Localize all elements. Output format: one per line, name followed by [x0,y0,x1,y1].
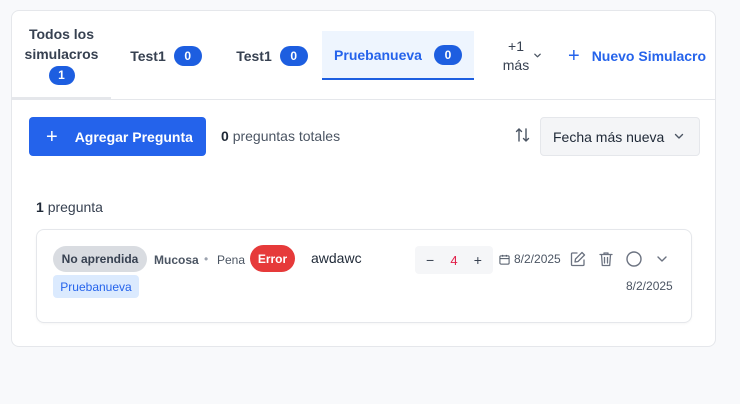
tab-label: Test1 [236,47,272,64]
new-simulacro-button[interactable]: + Nuevo Simulacro [568,44,706,68]
trash-icon[interactable] [597,250,615,268]
total-questions: 0 preguntas totales [221,128,340,144]
tab-label: Todos los simulacros [24,25,99,62]
question-count-text: pregunta [47,199,103,215]
error-count-stepper: − 4 + [415,246,493,274]
add-question-button[interactable]: + Agregar Pregunta [29,117,206,156]
tab-count-badge: 0 [279,45,308,66]
plus-icon: + [46,125,58,148]
total-count: 0 [221,128,229,144]
chevron-down-icon[interactable] [653,250,671,268]
decrement-button[interactable]: − [426,252,434,268]
questions-panel: Todos los simulacros 1 Test1 0 Test1 0 P… [11,10,716,347]
increment-button[interactable]: + [474,252,482,268]
tab-count-badge: 0 [433,44,462,65]
sort-icon[interactable] [515,126,531,144]
tab-test1[interactable]: Test1 0 [116,11,216,100]
edit-icon[interactable] [569,250,587,268]
chevron-down-icon [674,133,684,139]
question-text: awdawc [311,250,362,266]
sort-select[interactable]: Fecha más nueva [540,117,700,156]
tab-count-badge: 1 [48,65,75,85]
plus-icon: + [568,45,580,67]
add-question-label: Agregar Pregunta [74,128,193,145]
question-card[interactable]: No aprendida Mucosa • Pena Error awdawc … [36,229,692,323]
tab-test1-second[interactable]: Test1 0 [220,11,324,100]
question-date-secondary: 8/2/2025 [626,279,673,293]
tab-label: Pruebanueva [334,46,422,63]
sort-select-value: Fecha más nueva [553,128,665,145]
tab-pruebanueva[interactable]: Pruebanueva 0 [322,31,474,80]
tab-todos-los-simulacros[interactable]: Todos los simulacros 1 [12,11,111,100]
question-count-number: 1 [36,199,44,215]
result-badge: Error [250,245,295,272]
question-date: 8/2/2025 [499,252,561,266]
simulacro-tabs: Todos los simulacros 1 Test1 0 Test1 0 P… [12,11,715,100]
total-text: preguntas totales [232,128,341,144]
question-count: 1 pregunta [36,199,103,215]
stepper-value: 4 [450,252,458,268]
category-label: Mucosa [154,253,199,267]
tab-label: Test1 [130,47,166,64]
calendar-icon [499,254,510,265]
new-simulacro-label: Nuevo Simulacro [591,48,707,64]
status-badge[interactable]: No aprendida [53,246,147,272]
tab-more-label: +1 más [502,37,530,73]
tab-count-badge: 0 [173,45,202,66]
tab-more-dropdown[interactable]: +1 más [490,11,542,100]
separator-dot: • [204,252,209,266]
chevron-down-icon [534,53,541,58]
question-date-text: 8/2/2025 [514,252,561,266]
simulacro-tag: Pruebanueva [53,275,139,298]
subcategory-label: Pena [217,253,246,267]
circle-icon[interactable] [625,250,643,268]
